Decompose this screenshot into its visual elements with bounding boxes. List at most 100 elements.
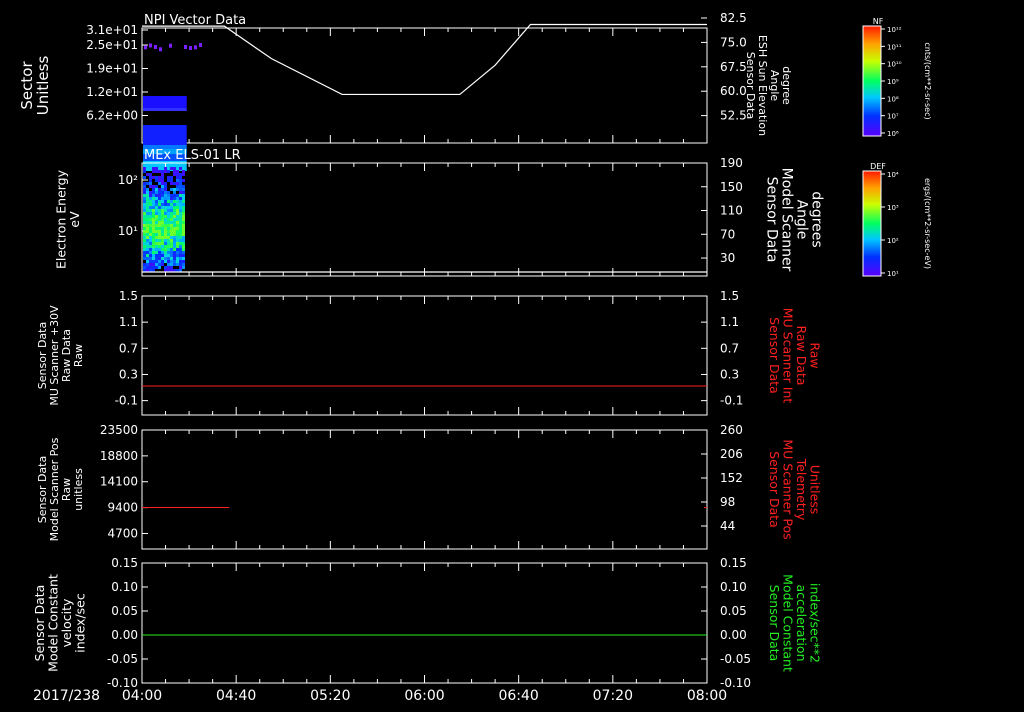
spectrogram-cell	[176, 182, 179, 185]
y-tick-label-right: 150	[720, 180, 743, 194]
spectrogram-cell	[167, 197, 170, 200]
spectrogram-cell	[170, 230, 173, 233]
spectrogram-cell	[176, 242, 179, 245]
spectrogram-cell	[167, 212, 170, 215]
spectrogram-cell	[146, 182, 149, 185]
spectrogram-cell	[170, 212, 173, 215]
spectrogram-cell	[161, 209, 164, 212]
spectrogram-cell	[170, 176, 173, 179]
spectrogram-cell	[161, 212, 164, 215]
panel-frame	[141, 295, 708, 416]
y-tick-label-right: 110	[720, 204, 743, 218]
spectrogram-cell	[179, 191, 182, 194]
y-tick-label-left: 0.05	[111, 604, 138, 618]
spectrogram-cell	[176, 203, 179, 206]
spectrogram-cell	[149, 218, 152, 221]
spectrogram-cell	[152, 224, 155, 227]
panel-frame	[141, 429, 708, 550]
spectrogram-cell	[149, 260, 152, 263]
spectrogram-cell	[152, 167, 155, 170]
spectrogram-cell	[176, 224, 179, 227]
y-axis-label-line: Sensor Data	[767, 317, 782, 394]
y-axis-label-right: Sensor Data Model Scanner Angle degrees	[764, 168, 825, 272]
spectrogram-cell	[143, 242, 146, 245]
spectrogram-cell	[176, 239, 179, 242]
spectrogram-cell	[152, 236, 155, 239]
spectrogram-cell	[146, 263, 149, 266]
spectrogram-cell	[164, 197, 167, 200]
y-tick-label-right: 152	[720, 471, 743, 485]
spectrogram-cell	[170, 215, 173, 218]
spectrogram-cell	[179, 188, 182, 191]
spectrogram-cell	[182, 233, 185, 236]
spectrogram-cell	[164, 236, 167, 239]
spectrogram-cell	[152, 170, 155, 173]
colorbar-gradient	[862, 25, 882, 137]
spectrogram-cell	[143, 170, 146, 173]
spectrogram-cell	[173, 167, 176, 170]
spectrogram-cell	[184, 44, 187, 49]
spectrogram-cell	[176, 212, 179, 215]
spectrogram-cell	[158, 239, 161, 242]
spectrogram-cell	[179, 182, 182, 185]
spectrogram-cell	[179, 218, 182, 221]
spectrogram-cell	[155, 209, 158, 212]
spectrogram-cell	[155, 194, 158, 197]
spectrogram-cell	[143, 203, 146, 206]
y-axis-label-left: Sensor DataModel Constantvelocityindex/s…	[32, 574, 88, 672]
y-tick-label-left: 14100	[100, 475, 138, 489]
spectrogram-cell	[179, 266, 182, 269]
colorbar-tick-label: 10¹¹	[887, 43, 902, 51]
spectrogram-cell	[143, 221, 146, 224]
spectrogram-cell	[164, 188, 167, 191]
spectrogram-cell	[155, 227, 158, 230]
colorbar-tick-label: 10⁸	[887, 95, 899, 103]
spectrogram-cell	[158, 194, 161, 197]
spectrogram-cell	[143, 188, 146, 191]
spectrogram-cell	[164, 215, 167, 218]
spectrogram-cell	[176, 260, 179, 263]
colorbar-unit-label: cnts/(cm**2-sr-sec)	[923, 42, 932, 119]
y-tick-label-right: 67.5	[720, 60, 747, 74]
spectrogram-cell	[170, 254, 173, 257]
spectrogram-cell	[169, 43, 172, 48]
spectrogram-cell	[170, 248, 173, 251]
spectrogram-cell	[155, 251, 158, 254]
spectrogram-cell	[164, 200, 167, 203]
spectrogram-cell	[164, 203, 167, 206]
y-axis-label-line: Telemetry	[794, 458, 809, 521]
spectrogram-cell	[179, 254, 182, 257]
y-tick-label-left: 1.5	[119, 289, 138, 303]
spectrogram-cell	[146, 191, 149, 194]
spectrogram-cell	[173, 263, 176, 266]
panel-npi: NPI Vector Data3.1e+012.5e+011.9e+011.2e…	[18, 11, 793, 171]
y-tick-label-left: 0.7	[119, 341, 138, 355]
spectrogram-cell	[152, 188, 155, 191]
spectrogram-cell	[179, 248, 182, 251]
spectrogram-cell	[179, 239, 182, 242]
spectrogram-cell	[173, 173, 176, 176]
spectrogram-cell	[170, 236, 173, 239]
y-axis-label-line: Model Constant	[780, 574, 795, 672]
spectrogram-cell	[182, 179, 185, 182]
spectrogram-cell	[146, 218, 149, 221]
spectrogram-cell	[167, 227, 170, 230]
spectrogram-cell	[161, 170, 164, 173]
spectrogram-cell	[164, 209, 167, 212]
y-axis-label-line: Sensor Data	[767, 451, 782, 528]
spectrogram-cell	[176, 218, 179, 221]
colorbar-title: NF	[873, 17, 884, 26]
spectrogram-cell	[152, 251, 155, 254]
spectrogram-cell	[170, 188, 173, 191]
spectrogram-cell	[152, 245, 155, 248]
spectrogram-cell	[176, 251, 179, 254]
x-tick-label: 05:20	[310, 688, 350, 704]
spectrogram-cell	[152, 206, 155, 209]
y-tick-label-right: 70	[720, 227, 735, 241]
spectrogram-cell	[149, 263, 152, 266]
x-tick-label: 08:00	[687, 688, 727, 704]
y-tick-label-right: 206	[720, 447, 743, 461]
spectrogram-cell	[143, 108, 187, 111]
colorbar-tick-label: 10¹⁰	[887, 61, 902, 69]
spectrogram-cell	[176, 209, 179, 212]
